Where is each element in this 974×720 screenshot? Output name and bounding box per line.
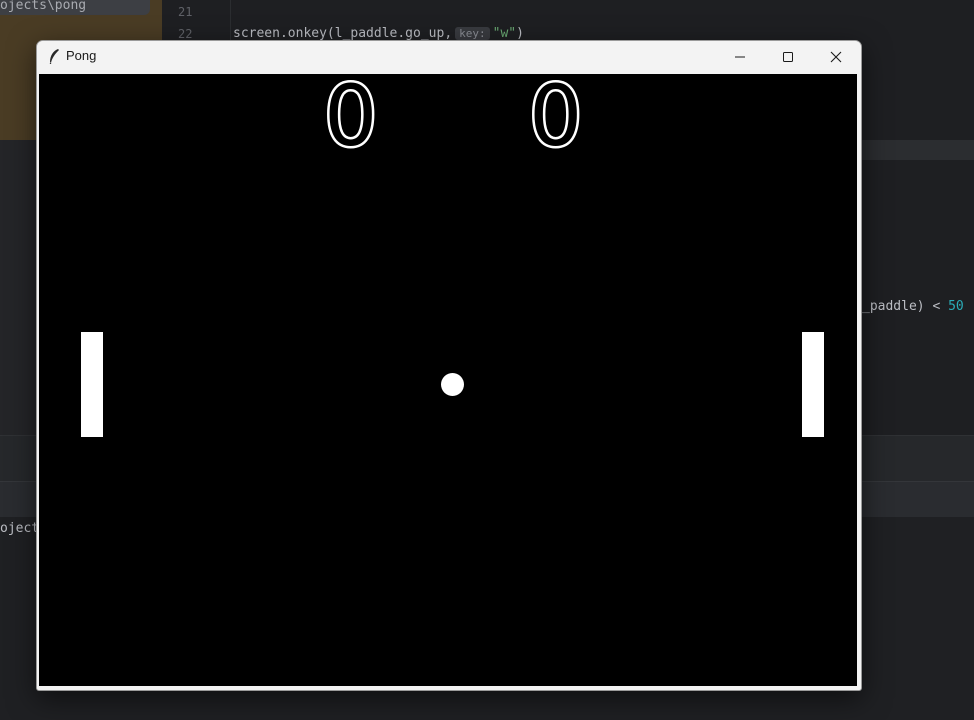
close-button[interactable] xyxy=(813,41,859,72)
code-text: screen.onkey(l_paddle.go_up, xyxy=(233,26,453,41)
code-number: 50 xyxy=(948,299,964,314)
code-text: ) xyxy=(516,26,524,41)
right-paddle xyxy=(802,332,824,437)
pong-window[interactable]: Pong 0 0 xyxy=(36,40,862,691)
line-number: 22 xyxy=(178,27,193,41)
minimize-icon xyxy=(735,56,745,57)
feather-icon xyxy=(49,49,59,64)
terminal-text: oject xyxy=(0,521,40,536)
score-right: 0 xyxy=(526,74,584,165)
code-line[interactable]: _paddle) < 50 xyxy=(862,299,964,314)
code-line[interactable]: screen.onkey(l_paddle.go_up, key: "w") xyxy=(233,26,524,41)
line-number: 21 xyxy=(178,5,193,19)
left-paddle xyxy=(81,332,103,437)
code-text: _paddle) < xyxy=(862,299,949,314)
ball xyxy=(441,373,464,396)
project-path: ojects\pong xyxy=(0,0,87,13)
code-string: "w" xyxy=(492,26,517,41)
maximize-icon xyxy=(783,51,793,62)
score-left: 0 xyxy=(321,74,379,165)
close-icon xyxy=(830,51,842,62)
title-bar[interactable]: Pong xyxy=(37,41,861,72)
game-canvas[interactable]: 0 0 xyxy=(39,74,857,686)
window-title: Pong xyxy=(66,48,97,63)
maximize-button[interactable] xyxy=(765,41,811,72)
line-highlight xyxy=(860,140,974,160)
project-path-row[interactable]: ojects\pong xyxy=(0,0,150,15)
param-hint: key: xyxy=(455,27,490,40)
minimize-button[interactable] xyxy=(717,41,763,72)
